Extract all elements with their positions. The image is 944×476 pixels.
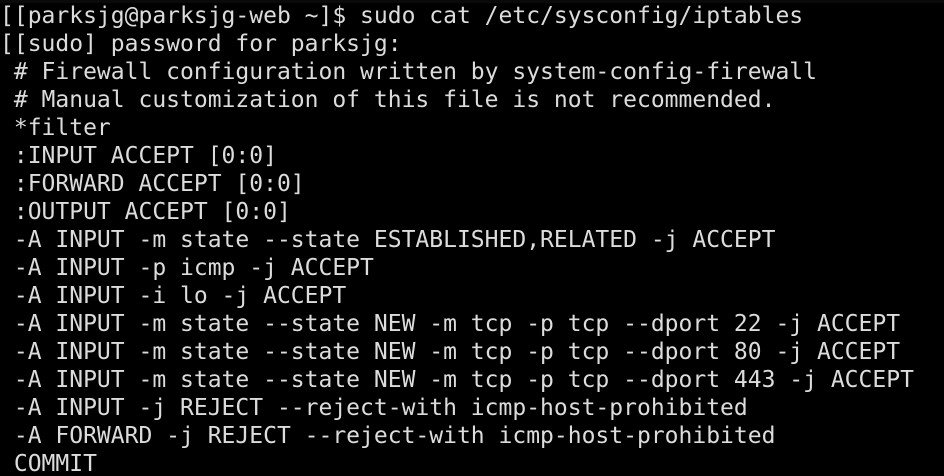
output-line-rule-input-reject: -A INPUT -j REJECT --reject-with icmp-ho… (0, 395, 748, 421)
command-prompt-line: [[parksjg@parksjg-web ~]$ sudo cat /etc/… (0, 3, 804, 29)
output-line-rule-loopback: -A INPUT -i lo -j ACCEPT (0, 283, 347, 309)
output-line-comment-1: # Firewall configuration written by syst… (0, 59, 817, 85)
output-line-commit: COMMIT (0, 451, 97, 476)
output-line-comment-2: # Manual customization of this file is n… (0, 87, 776, 113)
output-line-rule-established: -A INPUT -m state --state ESTABLISHED,RE… (0, 227, 776, 253)
output-line-rule-icmp: -A INPUT -p icmp -j ACCEPT (0, 255, 374, 281)
output-line-forward-policy: :FORWARD ACCEPT [0:0] (0, 171, 305, 197)
output-line-rule-forward-reject: -A FORWARD -j REJECT --reject-with icmp-… (0, 423, 776, 449)
output-line-output-policy: :OUTPUT ACCEPT [0:0] (0, 199, 291, 225)
output-line-rule-port-80: -A INPUT -m state --state NEW -m tcp -p … (0, 339, 901, 365)
output-line-rule-port-22: -A INPUT -m state --state NEW -m tcp -p … (0, 311, 901, 337)
output-line-input-policy: :INPUT ACCEPT [0:0] (0, 143, 277, 169)
sudo-password-prompt: [[sudo] password for parksjg: (0, 31, 402, 57)
output-line-filter: *filter (0, 115, 111, 141)
terminal-window[interactable]: [[parksjg@parksjg-web ~]$ sudo cat /etc/… (0, 0, 944, 476)
output-line-rule-port-443: -A INPUT -m state --state NEW -m tcp -p … (0, 367, 914, 393)
